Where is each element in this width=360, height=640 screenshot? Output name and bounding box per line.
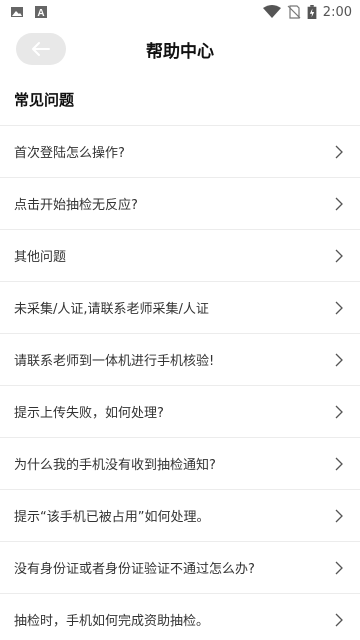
chevron-right-icon bbox=[335, 145, 343, 158]
wifi-icon bbox=[262, 5, 281, 18]
faq-item[interactable]: 其他问题 bbox=[0, 230, 360, 282]
chevron-right-icon bbox=[335, 405, 343, 418]
faq-item[interactable]: 请联系老师到一体机进行手机核验! bbox=[0, 334, 360, 386]
status-bar: A 2:00 bbox=[0, 0, 360, 24]
faq-list: 首次登陆怎么操作? 点击开始抽检无反应? 其他问题 未采集/人证,请联系老师采集… bbox=[0, 126, 360, 640]
back-button[interactable] bbox=[16, 33, 66, 65]
faq-item-label: 未采集/人证,请联系老师采集/人证 bbox=[14, 302, 209, 317]
faq-item-label: 为什么我的手机没有收到抽检通知? bbox=[14, 458, 216, 473]
app-header: 帮助中心 bbox=[0, 24, 360, 74]
chevron-right-icon bbox=[335, 561, 343, 574]
chevron-right-icon bbox=[335, 509, 343, 522]
faq-item[interactable]: 点击开始抽检无反应? bbox=[0, 178, 360, 230]
faq-item-label: 没有身份证或者身份证验证不通过怎么办? bbox=[14, 562, 255, 577]
faq-item[interactable]: 提示“该手机已被占用”如何处理。 bbox=[0, 490, 360, 542]
chevron-right-icon bbox=[335, 457, 343, 470]
font-icon: A bbox=[35, 6, 47, 19]
no-sim-icon bbox=[287, 5, 301, 19]
section-title: 常见问题 bbox=[0, 74, 360, 126]
svg-text:A: A bbox=[37, 8, 44, 19]
faq-item[interactable]: 未采集/人证,请联系老师采集/人证 bbox=[0, 282, 360, 334]
faq-item[interactable]: 抽检时，手机如何完成资助抽检。 bbox=[0, 594, 360, 640]
faq-item-label: 提示上传失败，如何处理? bbox=[14, 406, 164, 421]
faq-item-label: 提示“该手机已被占用”如何处理。 bbox=[14, 510, 210, 525]
chevron-right-icon bbox=[335, 353, 343, 366]
faq-item[interactable]: 为什么我的手机没有收到抽检通知? bbox=[0, 438, 360, 490]
page-title: 帮助中心 bbox=[146, 41, 214, 62]
chevron-right-icon bbox=[335, 249, 343, 262]
faq-item[interactable]: 首次登陆怎么操作? bbox=[0, 126, 360, 178]
faq-item-label: 点击开始抽检无反应? bbox=[14, 198, 138, 213]
clock: 2:00 bbox=[322, 4, 352, 20]
image-icon bbox=[11, 7, 23, 17]
chevron-right-icon bbox=[335, 197, 343, 210]
faq-item-label: 请联系老师到一体机进行手机核验! bbox=[14, 354, 215, 369]
faq-item[interactable]: 没有身份证或者身份证验证不通过怎么办? bbox=[0, 542, 360, 594]
faq-item[interactable]: 提示上传失败，如何处理? bbox=[0, 386, 360, 438]
chevron-right-icon bbox=[335, 301, 343, 314]
chevron-right-icon bbox=[335, 613, 343, 626]
faq-item-label: 抽检时，手机如何完成资助抽检。 bbox=[14, 614, 210, 629]
faq-item-label: 其他问题 bbox=[14, 250, 67, 265]
battery-charging-icon bbox=[307, 5, 317, 19]
arrow-left-icon bbox=[32, 42, 50, 56]
faq-item-label: 首次登陆怎么操作? bbox=[14, 146, 125, 161]
